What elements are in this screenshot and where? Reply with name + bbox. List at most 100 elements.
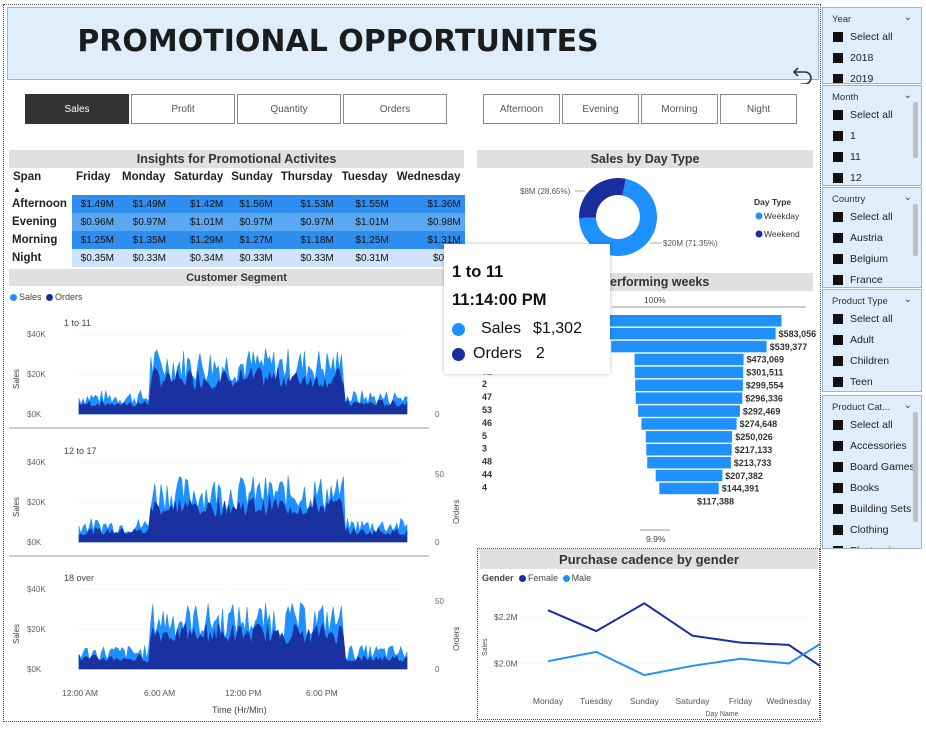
checkbox-icon[interactable] (833, 232, 843, 243)
checkbox-icon[interactable] (833, 31, 843, 42)
slicer-option[interactable]: Board Games (823, 456, 921, 477)
checkbox-icon[interactable] (833, 419, 843, 430)
table-row[interactable]: Night $0.35M $0.33M $0.34M $0.33M $0.33M $0.31… (9, 249, 465, 267)
slicer-option[interactable]: France (823, 269, 921, 287)
checkbox-icon[interactable] (833, 253, 843, 264)
column-header[interactable]: Saturday (170, 168, 227, 195)
checkbox-icon[interactable] (833, 545, 843, 548)
column-header[interactable]: Monday (118, 168, 170, 195)
checkbox-icon[interactable] (833, 524, 843, 535)
funnel-bar[interactable] (611, 340, 767, 353)
table-row[interactable]: Afternoon $1.49M $1.49M $1.42M $1.56M $1.53M $… (9, 195, 465, 213)
checkbox-icon[interactable] (833, 503, 843, 514)
funnel-bar[interactable] (645, 431, 733, 443)
checkbox-icon[interactable] (833, 482, 843, 493)
donut-slice-weekend[interactable] (579, 178, 626, 218)
checkbox-icon[interactable] (833, 211, 843, 222)
slicer-scrollbar[interactable] (913, 204, 918, 256)
metric-button-sales[interactable]: Sales (25, 94, 129, 124)
series-line-male[interactable] (547, 633, 820, 677)
time-button-afternoon[interactable]: Afternoon (483, 94, 560, 124)
checkbox-icon[interactable] (833, 172, 843, 183)
checkbox-icon[interactable] (833, 274, 843, 285)
checkbox-icon[interactable] (833, 151, 843, 162)
checkbox-icon[interactable] (833, 52, 843, 63)
slicer-option[interactable]: Belgium (823, 248, 921, 269)
slicer-option-label: 12 (850, 171, 862, 184)
slicer-option[interactable]: 2019 (823, 68, 921, 83)
chevron-down-icon[interactable]: ⌄ (904, 294, 912, 305)
slicer-option[interactable]: Children (823, 350, 921, 371)
checkbox-icon[interactable] (833, 313, 843, 324)
slicer-scrollbar[interactable] (913, 412, 918, 522)
slicer-option[interactable]: Austria (823, 227, 921, 248)
table-row[interactable]: Evening $0.96M $0.97M $1.01M $0.97M $0.97M $1.… (9, 213, 465, 231)
checkbox-icon[interactable] (833, 461, 843, 472)
slicer-option[interactable]: Books (823, 477, 921, 498)
checkbox-icon[interactable] (833, 109, 843, 120)
slicer-option[interactable]: Select all (823, 308, 921, 329)
slicer-option[interactable]: Clothing (823, 519, 921, 540)
series-line-female[interactable] (547, 602, 820, 677)
funnel-bar[interactable] (638, 405, 740, 417)
time-button-morning[interactable]: Morning (641, 94, 718, 124)
back-arrow-icon[interactable] (792, 64, 814, 84)
slicer-option[interactable]: 2018 (823, 47, 921, 68)
slicer-scrollbar[interactable] (913, 102, 918, 158)
funnel-bar[interactable] (635, 392, 743, 404)
checkbox-icon[interactable] (833, 73, 843, 83)
time-button-evening[interactable]: Evening (562, 94, 639, 124)
funnel-bar[interactable] (646, 444, 732, 456)
cadence-line-chart[interactable]: $2.2M $2.0M Sales Monday Tuesday Sunday Saturd… (478, 586, 820, 720)
funnel-bar[interactable] (634, 366, 744, 379)
week-label: 53 (482, 405, 492, 415)
time-button-night[interactable]: Night (720, 94, 797, 124)
slicer-option[interactable]: 1 (823, 125, 921, 146)
column-header[interactable]: Thursday (277, 168, 338, 195)
funnel-bar[interactable] (659, 482, 719, 495)
column-header[interactable]: Tuesday (338, 168, 393, 195)
checkbox-icon[interactable] (833, 334, 843, 345)
metric-button-profit[interactable]: Profit (131, 94, 235, 124)
funnel-bar[interactable] (641, 418, 737, 430)
chevron-down-icon[interactable]: ⌄ (904, 400, 912, 411)
segment-panel[interactable]: 12 to 17 $40K $20K $0K 50 0 Sales Orders (9, 446, 461, 557)
tooltip-time: 11:14:00 PM (452, 291, 547, 309)
slicer-option[interactable]: Select all (823, 414, 921, 435)
chevron-down-icon[interactable]: ⌄ (904, 12, 912, 23)
checkbox-icon[interactable] (833, 376, 843, 387)
slicer-option[interactable]: Accessories (823, 435, 921, 456)
funnel-bar[interactable] (634, 353, 744, 366)
slicer-option[interactable]: Select all (823, 206, 921, 227)
funnel-bar[interactable] (647, 456, 731, 469)
funnel-bar[interactable] (602, 327, 776, 340)
slicer-option[interactable]: Teen (823, 371, 921, 391)
column-header[interactable]: Wednesday (393, 168, 465, 195)
checkbox-icon[interactable] (833, 355, 843, 366)
funnel-bar[interactable] (635, 379, 743, 392)
customer-segment-chart[interactable]: 1 to 11 $40K $20K $0K 0 Sales 12 to 17 $40K $20K… (9, 304, 464, 718)
slicer-option[interactable]: 12 (823, 167, 921, 185)
checkbox-icon[interactable] (833, 130, 843, 141)
funnel-bar[interactable] (655, 469, 723, 482)
segment-panel[interactable]: 1 to 11 $40K $20K $0K 0 Sales (9, 318, 440, 429)
slicer-option[interactable]: Electronics (823, 540, 921, 548)
funnel-bar[interactable] (596, 315, 782, 327)
checkbox-icon[interactable] (833, 440, 843, 451)
chevron-down-icon[interactable]: ⌄ (904, 90, 912, 101)
segment-panel[interactable]: 18 over $40K $20K $0K 50 0 Sales Orders (12, 573, 461, 674)
table-row[interactable]: Morning $1.25M $1.35M $1.29M $1.27M $1.18M $1.… (9, 231, 465, 249)
metric-button-quantity[interactable]: Quantity (237, 94, 341, 124)
table-cell: $1.01M (337, 213, 393, 231)
slicer-option[interactable]: 11 (823, 146, 921, 167)
chevron-down-icon[interactable]: ⌄ (904, 192, 912, 203)
slicer-option[interactable]: Building Sets (823, 498, 921, 519)
column-header[interactable]: Friday (72, 168, 118, 195)
slicer-option[interactable]: Select all (823, 26, 921, 47)
column-header[interactable]: Sunday (227, 168, 277, 195)
funnel-value-label: $299,554 (746, 381, 784, 391)
metric-button-orders[interactable]: Orders (343, 94, 447, 124)
span-header[interactable]: Span ▲ (9, 168, 72, 195)
slicer-option[interactable]: Select all (823, 104, 921, 125)
slicer-option[interactable]: Adult (823, 329, 921, 350)
